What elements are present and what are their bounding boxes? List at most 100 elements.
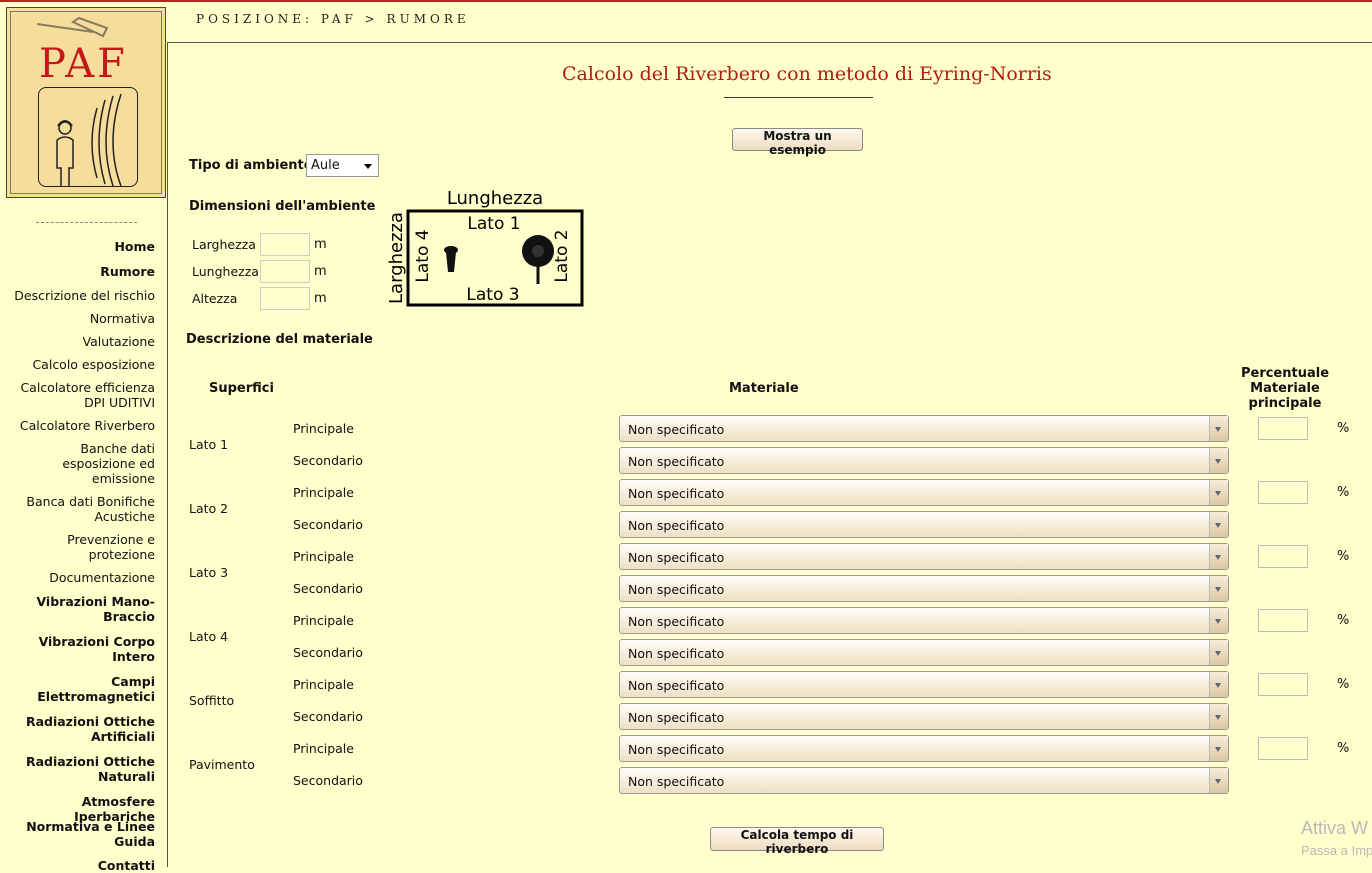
- dimensioni-label: Dimensioni dell'ambiente: [189, 199, 376, 214]
- select-value: Non specificato: [628, 550, 725, 565]
- altezza-input[interactable]: [260, 287, 310, 310]
- lunghezza-unit: m: [314, 264, 327, 279]
- percent-sign: %: [1337, 677, 1350, 692]
- nav-item-contatti[interactable]: Contatti: [98, 858, 155, 873]
- diagram-lato1: Lato 1: [467, 214, 520, 234]
- secondario-label: Secondario: [293, 645, 363, 660]
- select-value: Non specificato: [628, 454, 725, 469]
- larghezza-unit: m: [314, 237, 327, 252]
- percent-sign: %: [1337, 549, 1350, 564]
- nav-item-home[interactable]: Home: [114, 239, 155, 254]
- nav-item-descrizione-rischio[interactable]: Descrizione del rischio: [14, 288, 155, 303]
- material-select-lato3-secondario[interactable]: Non specificato: [619, 575, 1229, 602]
- nav-item-rumore[interactable]: Rumore: [100, 264, 155, 279]
- top-accent-line: [0, 0, 1372, 2]
- tipo-ambiente-value: Aule: [311, 158, 340, 173]
- chevron-down-icon: [1209, 736, 1228, 761]
- larghezza-input[interactable]: [260, 233, 310, 256]
- secondario-label: Secondario: [293, 709, 363, 724]
- percent-input-lato1[interactable]: [1258, 417, 1308, 440]
- principale-label: Principale: [293, 421, 354, 436]
- sidebar-divider: [167, 42, 168, 867]
- nav-item-banca-bonifiche[interactable]: Banca dati Bonifiche Acustiche: [26, 494, 155, 524]
- material-select-lato4-principale[interactable]: Non specificato: [619, 607, 1229, 634]
- nav-item-radiazioni-artificiali[interactable]: Radiazioni Ottiche Artificiali: [26, 714, 155, 744]
- nav-item-vibrazioni-corpo[interactable]: Vibrazioni Corpo Intero: [39, 634, 155, 664]
- material-select-lato1-secondario[interactable]: Non specificato: [619, 447, 1229, 474]
- hammer-icon: [36, 16, 109, 38]
- nav-item-banche-dati[interactable]: Banche dati esposizione ed emissione: [62, 441, 155, 486]
- principale-label: Principale: [293, 549, 354, 564]
- col-superfici-header: Superfici: [209, 381, 274, 396]
- chevron-down-icon: [1209, 576, 1228, 601]
- chevron-down-icon: [364, 164, 372, 169]
- altezza-unit: m: [314, 291, 327, 306]
- percent-input-lato3[interactable]: [1258, 545, 1308, 568]
- select-value: Non specificato: [628, 678, 725, 693]
- select-value: Non specificato: [628, 646, 725, 661]
- col-percentuale-header: Percentuale Materiale principale: [1240, 366, 1330, 411]
- material-select-soffitto-principale[interactable]: Non specificato: [619, 671, 1229, 698]
- secondario-label: Secondario: [293, 773, 363, 788]
- tipo-ambiente-label: Tipo di ambiente: [189, 158, 313, 173]
- material-select-lato3-principale[interactable]: Non specificato: [619, 543, 1229, 570]
- nav-item-campi-em[interactable]: Campi Elettromagnetici: [37, 674, 155, 704]
- chevron-down-icon: [1209, 448, 1228, 473]
- chevron-down-icon: [1209, 512, 1228, 537]
- material-select-lato4-secondario[interactable]: Non specificato: [619, 639, 1229, 666]
- percent-input-soffitto[interactable]: [1258, 673, 1308, 696]
- chevron-down-icon: [1209, 544, 1228, 569]
- microphone-icon: [444, 246, 458, 272]
- nav-item-calcolatore-riverbero[interactable]: Calcolatore Riverbero: [20, 418, 155, 433]
- percent-sign: %: [1337, 485, 1350, 500]
- surface-label-lato3: Lato 3: [189, 565, 229, 580]
- diagram-lato3: Lato 3: [466, 285, 519, 305]
- chevron-down-icon: [1209, 480, 1228, 505]
- logo-emblem: [38, 87, 138, 187]
- chevron-down-icon: [1209, 416, 1228, 441]
- principale-label: Principale: [293, 741, 354, 756]
- lunghezza-label: Lunghezza: [192, 264, 259, 279]
- nav-item-calcolo-esposizione[interactable]: Calcolo esposizione: [32, 357, 155, 372]
- title-underline: [724, 97, 873, 98]
- nav-item-vibrazioni-mano[interactable]: Vibrazioni Mano- Braccio: [36, 594, 155, 624]
- lunghezza-input[interactable]: [260, 260, 310, 283]
- diagram-lato4: Lato 4: [413, 229, 433, 282]
- material-select-soffitto-secondario[interactable]: Non specificato: [619, 703, 1229, 730]
- nav-item-prevenzione[interactable]: Prevenzione e protezione: [67, 532, 155, 562]
- calculate-reverb-button[interactable]: Calcola tempo di riverbero: [710, 827, 884, 856]
- surface-label-lato4: Lato 4: [189, 629, 229, 644]
- worker-with-ear-protection-icon: [56, 93, 122, 187]
- select-value: Non specificato: [628, 582, 725, 597]
- material-select-lato2-secondario[interactable]: Non specificato: [619, 511, 1229, 538]
- percent-input-lato2[interactable]: [1258, 481, 1308, 504]
- surface-label-lato2: Lato 2: [189, 501, 229, 516]
- nav-item-normativa-linee[interactable]: Normativa e Linee Guida: [26, 819, 155, 849]
- paf-logo[interactable]: PAF: [6, 7, 166, 198]
- select-value: Non specificato: [628, 774, 725, 789]
- chevron-down-icon: [1209, 768, 1228, 793]
- header-divider: [167, 42, 1372, 43]
- nav-item-documentazione[interactable]: Documentazione: [49, 570, 155, 585]
- nav-item-normativa[interactable]: Normativa: [90, 311, 155, 326]
- material-select-lato2-principale[interactable]: Non specificato: [619, 479, 1229, 506]
- percent-input-pavimento[interactable]: [1258, 737, 1308, 760]
- nav-item-calcolatore-dpi[interactable]: Calcolatore efficienza DPI UDITIVI: [20, 380, 155, 410]
- nav-item-valutazione[interactable]: Valutazione: [83, 334, 156, 349]
- percent-input-lato4[interactable]: [1258, 609, 1308, 632]
- material-select-pavimento-secondario[interactable]: Non specificato: [619, 767, 1229, 794]
- material-select-lato1-principale[interactable]: Non specificato: [619, 415, 1229, 442]
- larghezza-label: Larghezza: [192, 237, 256, 252]
- secondario-label: Secondario: [293, 517, 363, 532]
- nav-item-radiazioni-naturali[interactable]: Radiazioni Ottiche Naturali: [26, 754, 155, 784]
- show-example-button[interactable]: Mostra un esempio: [732, 128, 863, 157]
- surface-label-pavimento: Pavimento: [189, 757, 255, 772]
- chevron-down-icon: [1209, 608, 1228, 633]
- tipo-ambiente-select[interactable]: Aule: [306, 154, 379, 177]
- logo-text: PAF: [39, 41, 128, 87]
- diagram-lunghezza: Lunghezza: [447, 188, 543, 209]
- select-value: Non specificato: [628, 742, 725, 757]
- select-value: Non specificato: [628, 422, 725, 437]
- material-select-pavimento-principale[interactable]: Non specificato: [619, 735, 1229, 762]
- room-diagram: Lunghezza Lato 1 Lato 3 Larghezza Lato 4…: [386, 188, 584, 307]
